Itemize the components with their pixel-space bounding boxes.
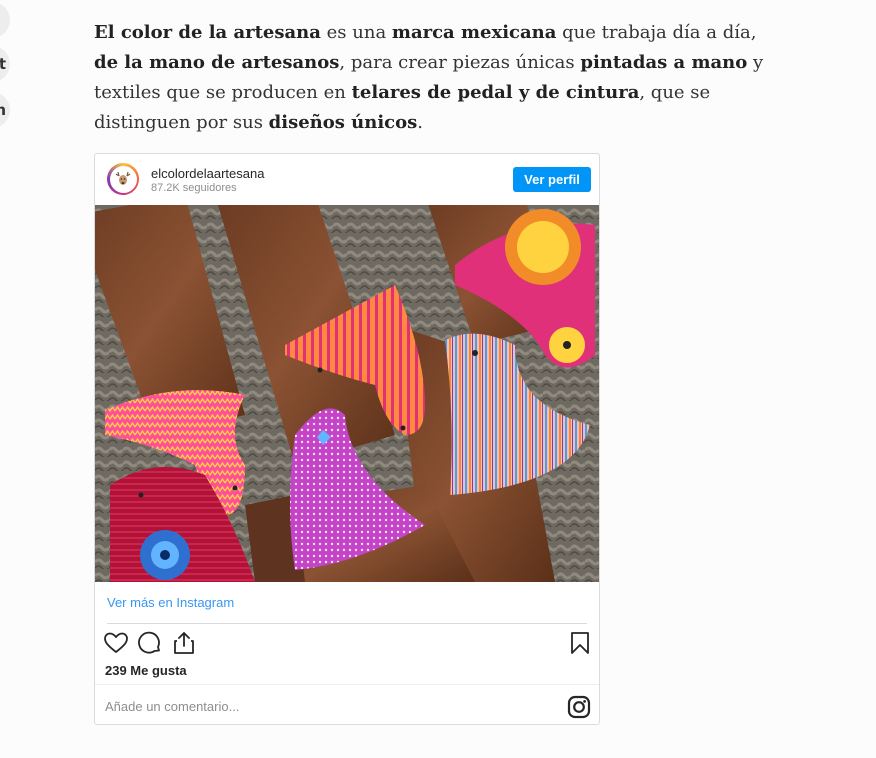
view-more-on-instagram-link[interactable]: Ver más en Instagram bbox=[107, 595, 234, 610]
intro-text-bold-6: diseños únicos bbox=[268, 112, 418, 133]
view-profile-button[interactable]: Ver perfil bbox=[513, 167, 591, 192]
side-share-label-2: t bbox=[0, 55, 6, 73]
intro-text-bold-2: marca mexicana bbox=[391, 22, 557, 43]
post-image[interactable] bbox=[95, 205, 599, 582]
instagram-logo-icon[interactable] bbox=[567, 695, 591, 719]
intro-text-3: , para crear piezas únicas bbox=[339, 52, 581, 73]
intro-text-bold-5: telares de pedal y de cintura bbox=[351, 82, 640, 103]
intro-text-bold-1: El color de la artesana bbox=[94, 22, 321, 43]
follower-count: 87.2K seguidores bbox=[151, 182, 237, 194]
avatar[interactable] bbox=[107, 163, 139, 195]
intro-text-2: que trabaja día a día, bbox=[556, 22, 757, 43]
instagram-username[interactable]: elcolordelaartesana bbox=[151, 166, 264, 181]
side-share-button-2[interactable]: t bbox=[0, 46, 10, 82]
intro-text-1: es una bbox=[320, 22, 392, 43]
heart-icon[interactable] bbox=[103, 630, 129, 656]
deer-logo-icon bbox=[115, 171, 131, 185]
intro-text-bold-3: de la mano de artesanos bbox=[94, 52, 340, 73]
avatar-inner bbox=[109, 165, 137, 193]
bookmark-icon[interactable] bbox=[567, 630, 593, 656]
painted-cutting-boards-photo bbox=[95, 205, 599, 582]
comment-icon[interactable] bbox=[137, 630, 163, 656]
intro-paragraph: El color de la artesana es una marca mex… bbox=[94, 18, 774, 138]
divider bbox=[107, 623, 587, 624]
add-comment-field[interactable]: Añade un comentario... bbox=[105, 699, 239, 714]
like-count: 239 Me gusta bbox=[105, 663, 187, 678]
side-share-label-3: n bbox=[0, 101, 6, 119]
instagram-embed: elcolordelaartesana 87.2K seguidores Ver… bbox=[94, 153, 600, 725]
instagram-header: elcolordelaartesana 87.2K seguidores Ver… bbox=[95, 154, 599, 206]
intro-text-6: . bbox=[417, 112, 424, 133]
intro-text-bold-4: pintadas a mano bbox=[580, 52, 748, 73]
divider bbox=[95, 684, 599, 685]
side-share-button-3[interactable]: n bbox=[0, 92, 10, 128]
share-icon[interactable] bbox=[171, 630, 197, 656]
side-share-button-1[interactable] bbox=[0, 2, 10, 38]
